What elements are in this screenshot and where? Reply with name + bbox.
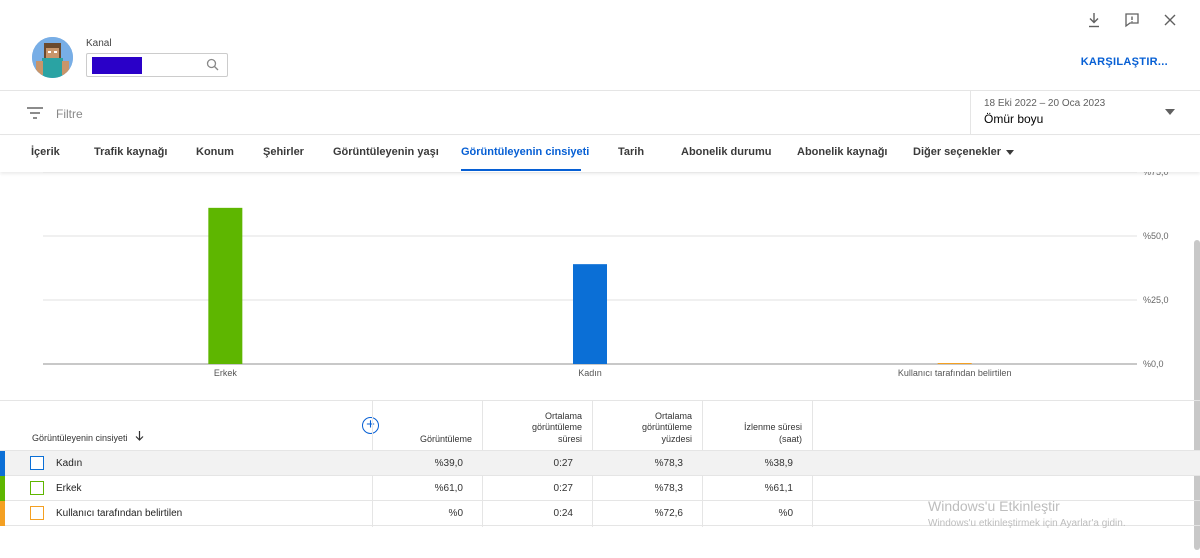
column-header-gender[interactable]: Görüntüleyenin cinsiyeti (0, 401, 372, 451)
tab-subscription-source[interactable]: Abonelik kaynağı (797, 146, 887, 158)
windows-activation-watermark: Windows'u Etkinleştir Windows'u etkinleş… (928, 498, 1126, 529)
date-range-selector[interactable]: 18 Eki 2022 – 20 Oca 2023 Ömür boyu (970, 91, 1200, 135)
row-checkbox[interactable] (30, 481, 44, 495)
cell-views: %39,0 (434, 458, 463, 469)
cell-watch-time: %61,1 (764, 483, 793, 494)
row-color-indicator (0, 501, 5, 526)
cell-avg-percent: %78,3 (654, 458, 683, 469)
header-line: süresi (557, 433, 582, 444)
dimension-tabs: İçerik Trafik kaynağı Konum Şehirler Gör… (0, 136, 1200, 172)
active-tab-indicator (461, 169, 581, 171)
row-checkbox[interactable] (30, 506, 44, 520)
channel-label: Kanal (86, 38, 112, 49)
dropdown-caret-icon (1165, 109, 1175, 115)
column-header-avg-percent[interactable]: Ortalama görüntüleme yüzdesi (592, 401, 702, 451)
header-line-group: Ortalama görüntüleme yüzdesi (642, 411, 692, 446)
tab-location[interactable]: Konum (196, 146, 234, 158)
cell-watch-time: %38,9 (764, 458, 793, 469)
x-tick-label: Kadın (578, 368, 602, 378)
tab-subscription-status[interactable]: Abonelik durumu (681, 146, 771, 158)
y-tick-label: %0,0 (1143, 359, 1164, 369)
sort-down-arrow-icon[interactable] (135, 430, 144, 445)
table-header: Görüntüleyenin cinsiyeti + Görüntüleme O… (0, 401, 1200, 527)
tab-more-options[interactable]: Diğer seçenekler (913, 146, 1015, 158)
tab-viewer-age[interactable]: Görüntüleyenin yaşı (333, 146, 439, 158)
channel-selector: Kanal (32, 37, 228, 78)
header-line: Ortalama (654, 410, 692, 421)
table-row[interactable]: Kadın %39,0 0:27 %78,3 %38,9 (0, 451, 1200, 476)
chart-bar[interactable] (208, 207, 243, 364)
column-header-gender-label: Görüntüleyenin cinsiyeti (32, 432, 128, 443)
top-icons (1086, 10, 1178, 30)
header-line: Ortalama (544, 410, 582, 421)
tab-content[interactable]: İçerik (31, 146, 60, 158)
caret-down-icon (1006, 149, 1015, 155)
row-checkbox[interactable] (30, 456, 44, 470)
y-tick-label: %25,0 (1143, 295, 1169, 305)
date-range-text: 18 Eki 2022 – 20 Oca 2023 (984, 98, 1106, 109)
cell-avg-duration: 0:27 (553, 483, 573, 494)
channel-search-input[interactable] (86, 53, 228, 77)
avatar (32, 37, 73, 78)
feedback-icon[interactable] (1124, 10, 1140, 30)
cell-avg-duration: 0:24 (553, 508, 573, 519)
gender-bar-chart: %0,0 %25,0 %50,0 %75,0 Erkek Kadın Kullanıcı t… (0, 172, 1200, 400)
compare-button[interactable]: KARŞILAŞTIR... (1081, 56, 1168, 68)
header-line: görüntüleme (531, 422, 582, 432)
row-color-indicator (0, 476, 5, 501)
tab-more-options-label: Diğer seçenekler (913, 146, 1002, 158)
filter-icon[interactable] (27, 106, 43, 124)
header-line: İzlenme süresi (743, 422, 802, 432)
row-label: Erkek (56, 483, 82, 494)
tab-viewer-gender[interactable]: Görüntüleyenin cinsiyeti (461, 146, 589, 158)
watermark-subtitle: Windows'u etkinleştirmek için Ayarlar'a … (928, 518, 1126, 529)
row-label: Kadın (56, 458, 83, 469)
cell-watch-time: %0 (778, 508, 793, 519)
y-tick-label: %50,0 (1143, 231, 1169, 241)
row-color-indicator (0, 451, 5, 476)
filter-bar: Filtre 18 Eki 2022 – 20 Oca 2023 Ömür bo… (0, 90, 1200, 135)
cell-views: %0 (448, 508, 463, 519)
cell-avg-percent: %72,6 (654, 508, 683, 519)
x-tick-label: Kullanıcı tarafından belirtilen (898, 368, 1012, 378)
column-header-watch-time[interactable]: İzlenme süresi (saat) (702, 401, 812, 451)
header-line: (saat) (778, 433, 802, 444)
cell-views: %61,0 (434, 483, 463, 494)
cell-avg-percent: %78,3 (654, 483, 683, 494)
header-line-group: İzlenme süresi (saat) (744, 422, 802, 445)
search-icon[interactable] (206, 58, 219, 76)
close-icon[interactable] (1162, 10, 1178, 30)
tab-traffic-source[interactable]: Trafik kaynağı (94, 146, 167, 158)
chart-bar[interactable] (937, 363, 972, 364)
x-tick-label: Erkek (214, 368, 238, 378)
row-label: Kullanıcı tarafından belirtilen (56, 508, 183, 519)
chart-bar[interactable] (573, 264, 607, 364)
tab-date[interactable]: Tarih (618, 146, 644, 158)
header-line-group: Ortalama görüntüleme süresi (532, 411, 582, 446)
header-line: görüntüleme (641, 422, 692, 432)
download-icon[interactable] (1086, 10, 1102, 30)
header-line: yüzdesi (661, 433, 692, 444)
channel-name-redacted (92, 56, 142, 74)
filter-input[interactable]: Filtre (56, 107, 83, 121)
column-header-avg-duration[interactable]: Ortalama görüntüleme süresi (482, 401, 592, 451)
y-tick-label: %75,0 (1143, 172, 1169, 177)
watermark-title: Windows'u Etkinleştir (928, 498, 1060, 514)
chart-svg: %0,0 %25,0 %50,0 %75,0 Erkek Kadın Kullanıcı t… (43, 172, 1169, 378)
column-header-views[interactable]: Görüntüleme (372, 401, 482, 451)
tab-cities[interactable]: Şehirler (263, 146, 304, 158)
cell-avg-duration: 0:27 (553, 458, 573, 469)
